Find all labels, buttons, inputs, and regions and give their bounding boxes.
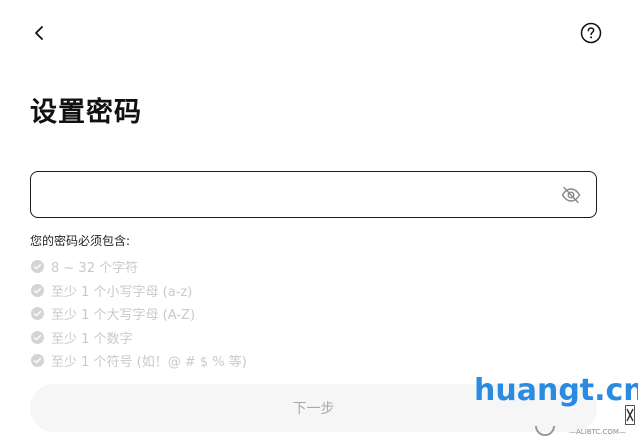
check-circle-icon: [31, 354, 44, 368]
check-circle-icon: [31, 283, 44, 297]
set-password-screen: 设置密码 您的密码必须包含: 8 ~ 32 个字符 至少 1 个小写字母 (a-…: [0, 0, 638, 440]
watermark-mark-icon: [625, 405, 635, 425]
help-button[interactable]: [579, 21, 603, 45]
requirement-label: 至少 1 个小写字母 (a-z): [51, 284, 193, 300]
requirement-lowercase: 至少 1 个小写字母 (a-z): [31, 279, 247, 303]
requirements-heading: 您的密码必须包含:: [30, 234, 131, 248]
requirements-list: 8 ~ 32 个字符 至少 1 个小写字母 (a-z) 至少 1 个大写字母 (…: [31, 255, 247, 373]
check-circle-icon: [31, 260, 44, 274]
requirement-uppercase: 至少 1 个大写字母 (A-Z): [31, 302, 247, 326]
back-button[interactable]: [26, 20, 52, 46]
watermark-logo-icon: [535, 425, 555, 436]
requirement-length: 8 ~ 32 个字符: [31, 255, 247, 279]
requirement-label: 8 ~ 32 个字符: [51, 261, 139, 277]
requirement-symbol: 至少 1 个符号 (如！@ # $ % 等): [31, 349, 247, 373]
check-circle-icon: [31, 307, 44, 321]
watermark-text: huangt.cn: [474, 373, 638, 408]
check-circle-icon: [31, 330, 44, 344]
question-circle-icon: [580, 22, 602, 44]
requirement-label: 至少 1 个符号 (如！@ # $ % 等): [51, 355, 247, 371]
requirement-label: 至少 1 个大写字母 (A-Z): [51, 308, 196, 324]
password-field[interactable]: [30, 171, 597, 218]
requirement-number: 至少 1 个数字: [31, 326, 247, 350]
chevron-left-icon: [35, 26, 43, 40]
eye-off-icon: [561, 186, 581, 204]
password-input[interactable]: [45, 180, 549, 212]
password-visibility-toggle[interactable]: [560, 184, 582, 206]
page-title: 设置密码: [30, 97, 142, 128]
watermark-subtext: —ALIBTC.COM—: [569, 428, 626, 436]
requirement-label: 至少 1 个数字: [51, 331, 133, 347]
